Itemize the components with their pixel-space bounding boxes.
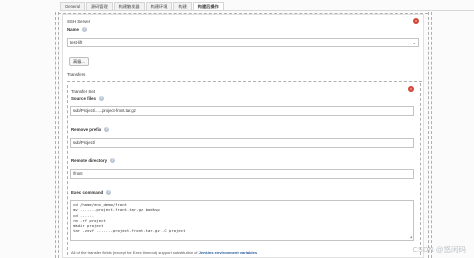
help-icon[interactable]: ? [104,127,110,133]
resize-handle-icon[interactable]: ◢ [410,234,412,239]
transfer-set-dashed-right [420,83,421,255]
tab-divider [60,10,474,11]
help-icon[interactable]: ? [81,27,87,33]
remote-directory-label: Remote directory? [71,158,116,164]
help-icon[interactable]: ? [110,158,116,164]
config-tab-bar: General 源码管理 构建触发器 构建环境 构建 构建后操作 [60,2,225,10]
ssh-server-name-select[interactable]: test-lift ⌄ [67,38,419,47]
name-label: Name? [67,27,87,33]
exec-command-label: Exec command? [71,190,112,196]
substitution-note: All of the transfer fields (except for E… [71,250,258,255]
remove-prefix-input[interactable]: sub/Project/ [70,138,414,148]
outer-dashed-guide [55,12,56,258]
watermark: CSDN @悠闲码 [412,245,466,254]
tab-build-environment[interactable]: 构建环境 [145,2,173,10]
transfers-title: Transfers [67,72,86,77]
chevron-down-icon: ⌄ [412,40,416,45]
exec-command-textarea[interactable]: cd /home/env_demo/front mv ......-projec… [70,200,414,241]
outer-dashed-guide-right [431,12,432,258]
close-icon[interactable]: × [413,18,419,24]
env-variables-link[interactable]: Jenkins environment variables [199,250,257,255]
tab-source-control[interactable]: 源码管理 [85,2,113,10]
help-icon[interactable]: ? [106,190,112,196]
tab-post-build-actions[interactable]: 构建后操作 [192,2,224,10]
source-files-label: Source files? [71,96,104,102]
outer-dashed-guide-right [428,12,429,258]
transfer-set-title: Transfer Set [71,89,95,94]
help-icon[interactable]: ? [98,96,104,102]
ssh-server-title: SSH Server [67,19,91,24]
remote-directory-input[interactable]: /front [70,169,414,179]
tab-build-triggers[interactable]: 构建触发器 [113,2,145,10]
close-icon[interactable]: × [408,86,414,92]
selected-server-name: test-lift [70,40,83,45]
tab-build[interactable]: 构建 [173,2,192,10]
advanced-button[interactable]: 高级... [69,57,89,66]
source-files-input[interactable]: sub/Project/......project-front.tar.gz [70,106,414,116]
remove-prefix-label: Remove prefix? [71,127,110,133]
transfers-dashed-guide [67,81,422,82]
outer-dashed-guide [58,12,59,258]
exec-command-line: tar -zxvf ......-project-front.tar.gz -C… [73,228,186,234]
tab-general[interactable]: General [60,2,85,10]
